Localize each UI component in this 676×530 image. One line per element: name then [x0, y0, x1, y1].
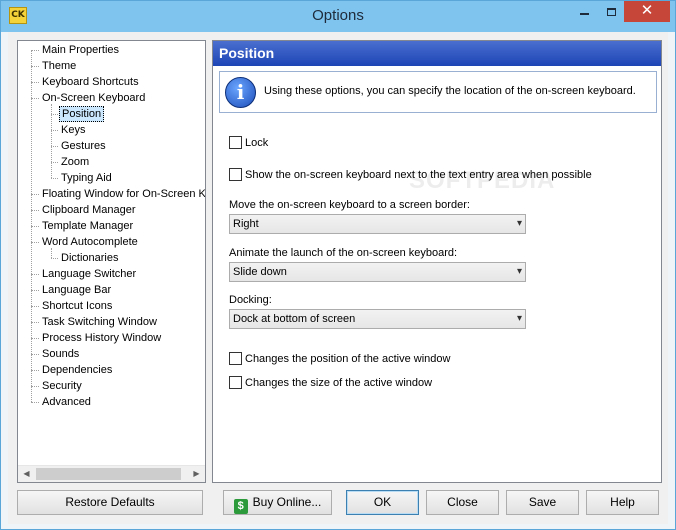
animate-select[interactable]: Slide down ▾ — [229, 262, 526, 282]
info-text: Using these options, you can specify the… — [264, 85, 636, 97]
buy-online-button[interactable]: $ Buy Online... — [223, 490, 332, 515]
dollar-icon: $ — [233, 499, 248, 514]
tree-connector — [31, 50, 39, 51]
tree-item-template-manager[interactable]: Template Manager — [40, 218, 135, 234]
panel-title: Position — [213, 41, 661, 66]
minimize-icon — [580, 13, 589, 16]
tree-connector — [31, 226, 39, 227]
screen-border-select[interactable]: Right ▾ — [229, 214, 526, 234]
scrollbar-thumb[interactable] — [36, 468, 181, 480]
docking-value: Dock at bottom of screen — [233, 313, 356, 325]
tree-item-advanced[interactable]: Advanced — [40, 394, 93, 410]
tree-connector — [51, 146, 58, 147]
tree-connector — [31, 338, 39, 339]
animate-label: Animate the launch of the on-screen keyb… — [229, 247, 458, 259]
restore-defaults-button[interactable]: Restore Defaults — [17, 490, 203, 515]
change-size-label: Changes the size of the active window — [245, 377, 433, 389]
tree-item-security[interactable]: Security — [40, 378, 84, 394]
tree-item-theme[interactable]: Theme — [40, 58, 78, 74]
tree-item-floating-window-for-on-screen-keyboard[interactable]: Floating Window for On-Screen Keyboard — [40, 186, 205, 202]
tree-item-shortcut-icons[interactable]: Shortcut Icons — [40, 298, 114, 314]
info-icon: i — [225, 77, 256, 108]
tree-connector — [51, 162, 58, 163]
tree-connector — [31, 402, 39, 403]
buy-online-label: Buy Online... — [252, 495, 322, 509]
tree-item-gestures[interactable]: Gestures — [59, 138, 108, 154]
show-next-checkbox[interactable] — [229, 168, 242, 181]
tree-item-dictionaries[interactable]: Dictionaries — [59, 250, 120, 266]
tree-connector — [31, 370, 39, 371]
tree-connector — [31, 50, 32, 402]
dialog-client-area: Main Properties Theme Keyboard Shortcuts On… — [8, 32, 668, 524]
chevron-down-icon: ▾ — [516, 313, 522, 324]
tree-item-language-bar[interactable]: Language Bar — [40, 282, 113, 298]
tree-connector — [31, 82, 39, 83]
tree-connector — [51, 104, 52, 178]
tree-connector — [31, 210, 39, 211]
tree-connector — [51, 258, 58, 259]
change-size-checkbox[interactable] — [229, 376, 242, 389]
scroll-right-icon[interactable]: ▶ — [188, 466, 205, 482]
tree-connector — [31, 194, 39, 195]
tree-connector — [31, 306, 39, 307]
chevron-down-icon: ▾ — [516, 218, 522, 229]
maximize-icon — [606, 8, 616, 17]
tree-connector — [31, 290, 39, 291]
close-window-button[interactable]: ✕ — [624, 1, 670, 22]
screen-border-label: Move the on-screen keyboard to a screen … — [229, 199, 470, 211]
minimize-button[interactable] — [571, 1, 598, 22]
tree-connector — [31, 274, 39, 275]
info-box: i Using these options, you can specify t… — [219, 71, 657, 113]
docking-label: Docking: — [229, 294, 272, 306]
lock-label: Lock — [245, 137, 269, 149]
docking-select[interactable]: Dock at bottom of screen ▾ — [229, 309, 526, 329]
tree-connector — [51, 114, 58, 115]
tree-item-typing-aid[interactable]: Typing Aid — [59, 170, 114, 186]
tree-item-task-switching-window[interactable]: Task Switching Window — [40, 314, 159, 330]
tree-item-dependencies[interactable]: Dependencies — [40, 362, 114, 378]
change-position-label: Changes the position of the active windo… — [245, 353, 451, 365]
lock-checkbox[interactable] — [229, 136, 242, 149]
chevron-down-icon: ▾ — [516, 266, 522, 277]
help-button[interactable]: Help — [586, 490, 659, 515]
animate-value: Slide down — [233, 266, 287, 278]
tree-connector — [31, 98, 39, 99]
tree-item-keyboard-shortcuts[interactable]: Keyboard Shortcuts — [40, 74, 141, 90]
tree-item-on-screen-keyboard[interactable]: On-Screen Keyboard — [40, 90, 147, 106]
tree-connector — [51, 248, 52, 258]
screen-border-value: Right — [233, 218, 259, 230]
tree-connector — [51, 178, 58, 179]
tree-connector — [31, 354, 39, 355]
tree-item-main-properties[interactable]: Main Properties — [40, 42, 121, 58]
tree-connector — [31, 66, 39, 67]
tree-item-keys[interactable]: Keys — [59, 122, 87, 138]
tree-item-sounds[interactable]: Sounds — [40, 346, 81, 362]
tree-connector — [31, 386, 39, 387]
tree-item-process-history-window[interactable]: Process History Window — [40, 330, 163, 346]
tree-connector — [31, 322, 39, 323]
change-position-checkbox[interactable] — [229, 352, 242, 365]
scroll-left-icon[interactable]: ◀ — [18, 466, 35, 482]
close-button[interactable]: Close — [426, 490, 499, 515]
settings-panel: Position i Using these options, you can … — [212, 40, 662, 483]
ok-button[interactable]: OK — [346, 490, 419, 515]
tree-item-position[interactable]: Position — [59, 106, 105, 122]
tree-item-zoom[interactable]: Zoom — [59, 154, 91, 170]
options-window: CK Options ✕ Main Properties Theme Keyboar… — [0, 0, 676, 530]
maximize-button[interactable] — [598, 1, 624, 22]
tree-item-language-switcher[interactable]: Language Switcher — [40, 266, 138, 282]
title-bar[interactable]: CK Options ✕ — [1, 1, 675, 32]
save-button[interactable]: Save — [506, 490, 579, 515]
horizontal-scrollbar[interactable]: ◀ ▶ — [18, 465, 205, 482]
tree-connector — [31, 242, 39, 243]
tree-connector — [51, 130, 58, 131]
options-tree[interactable]: Main Properties Theme Keyboard Shortcuts On… — [17, 40, 206, 483]
show-next-label: Show the on-screen keyboard next to the … — [245, 169, 592, 181]
tree-item-clipboard-manager[interactable]: Clipboard Manager — [40, 202, 138, 218]
close-icon: ✕ — [640, 2, 654, 19]
tree-item-word-autocomplete[interactable]: Word Autocomplete — [40, 234, 140, 250]
